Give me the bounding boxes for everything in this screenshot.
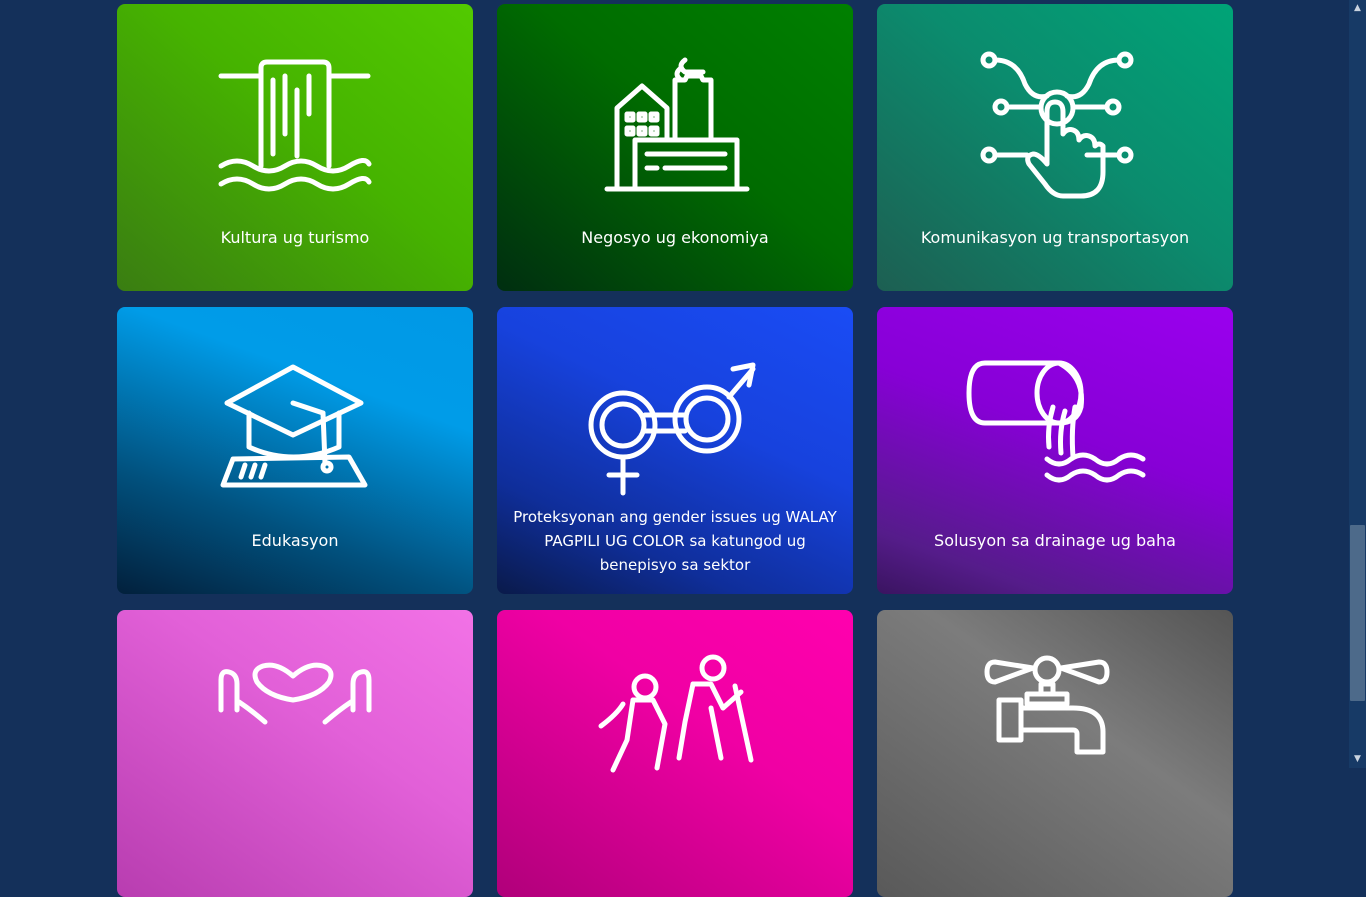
card-hikers[interactable] [497, 610, 853, 897]
card-label: Proteksyonan ang gender issues ug WALAY … [513, 508, 837, 574]
card-kultura-turismo[interactable]: Kultura ug turismo [117, 4, 473, 291]
card-gender-issues[interactable]: Proteksyonan ang gender issues ug WALAY … [497, 307, 853, 594]
card-label: Solusyon sa drainage ug baha [934, 531, 1176, 550]
scroll-up-arrow-icon[interactable]: ▲ [1349, 0, 1366, 17]
card-label: Kultura ug turismo [220, 228, 370, 247]
card-edukasyon[interactable]: Edukasyon [117, 307, 473, 594]
card-label [131, 826, 459, 862]
card-label: Komunikasyon ug transportasyon [920, 228, 1190, 247]
card-label [511, 826, 839, 862]
card-komunikasyon-transportasyon[interactable]: Komunikasyon ug transportasyon [877, 4, 1233, 291]
card-heart-hands[interactable] [117, 610, 473, 897]
card-negosyo-ekonomiya[interactable]: Negosyo ug ekonomiya [497, 4, 853, 291]
card-grid: Kultura ug turismo Negosyo ug ekonomiya [0, 0, 1349, 897]
card-drainage-baha[interactable]: Solusyon sa drainage ug baha [877, 307, 1233, 594]
card-label: Negosyo ug ekonomiya [581, 228, 769, 247]
card-water-faucet[interactable] [877, 610, 1233, 897]
card-label: Edukasyon [251, 531, 339, 550]
scrollbar-thumb[interactable] [1350, 525, 1365, 701]
vertical-scrollbar[interactable]: ▲ ▼ [1349, 0, 1366, 768]
scroll-down-arrow-icon[interactable]: ▼ [1349, 751, 1366, 768]
card-label [891, 826, 1219, 862]
